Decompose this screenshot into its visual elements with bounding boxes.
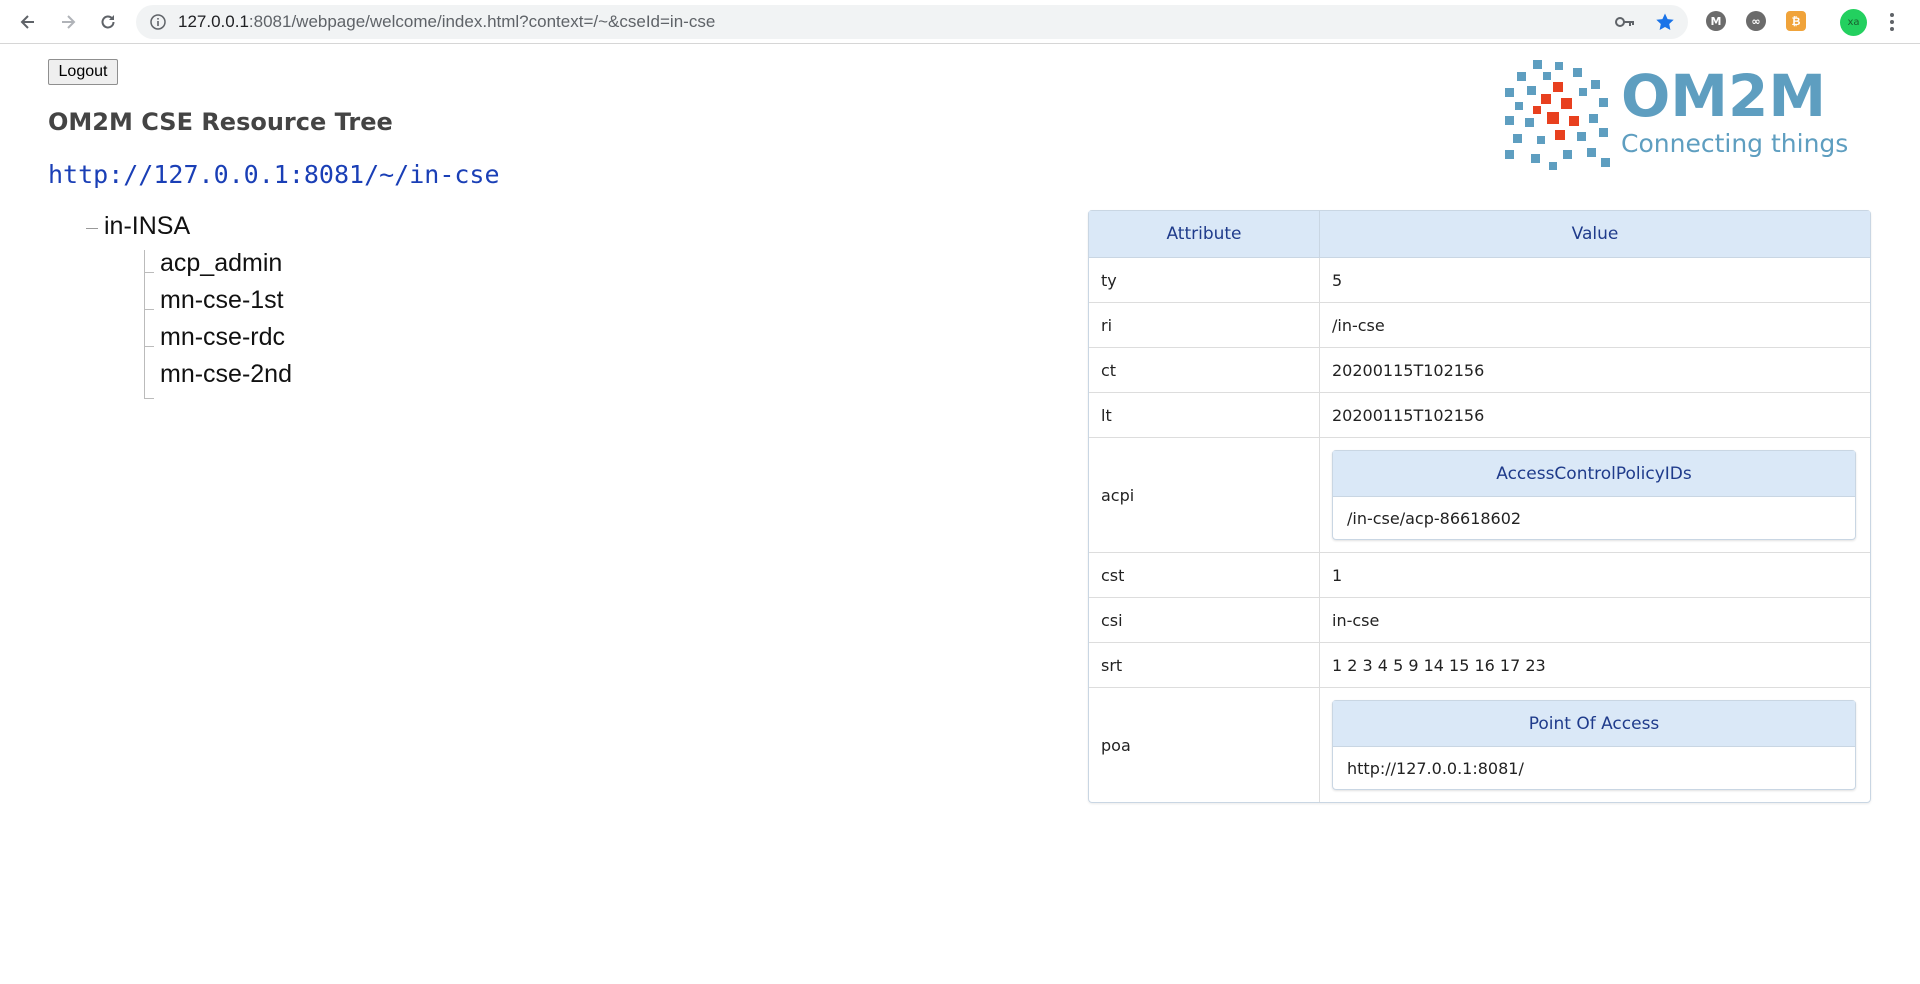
attribute-key: acpi xyxy=(1089,438,1320,553)
attribute-value: AccessControlPolicyIDs /in-cse/acp-86618… xyxy=(1320,438,1870,553)
acpi-subtable-value: /in-cse/acp-86618602 xyxy=(1347,508,1522,528)
resource-tree: in-INSA acp_admin mn-cse-1st mn-cse-rdc … xyxy=(86,212,386,402)
table-header-row: Attribute Value xyxy=(1089,211,1870,258)
browser-toolbar: 127.0.0.1:8081/webpage/welcome/index.htm… xyxy=(0,0,1920,44)
om2m-logo: OM2M Connecting things xyxy=(1503,58,1873,170)
menu-icon[interactable] xyxy=(1884,10,1900,34)
bitcoin-extension-icon[interactable]: ₿ xyxy=(1786,11,1806,31)
table-row: cst 1 xyxy=(1089,553,1870,598)
address-bar[interactable]: 127.0.0.1:8081/webpage/welcome/index.htm… xyxy=(136,5,1688,39)
poa-subtable-header: Point Of Access xyxy=(1333,701,1855,747)
attribute-key: ri xyxy=(1089,303,1320,348)
forward-arrow-icon[interactable] xyxy=(54,8,82,36)
logo-title: OM2M xyxy=(1621,62,1827,130)
link-extension-icon[interactable]: ∞ xyxy=(1746,11,1766,31)
page-title: OM2M CSE Resource Tree xyxy=(48,108,393,136)
url-text[interactable]: 127.0.0.1:8081/webpage/welcome/index.htm… xyxy=(178,5,715,39)
back-arrow-icon[interactable] xyxy=(14,8,42,36)
acpi-subtable-header: AccessControlPolicyIDs xyxy=(1333,451,1855,497)
tree-node-mn-cse-1st[interactable]: mn-cse-1st xyxy=(160,286,284,315)
poa-subtable-value: http://127.0.0.1:8081/ xyxy=(1347,758,1524,778)
table-row: poa Point Of Access http://127.0.0.1:808… xyxy=(1089,688,1870,802)
attribute-key: lt xyxy=(1089,393,1320,438)
logo-subtitle: Connecting things xyxy=(1621,129,1849,158)
attribute-value: 5 xyxy=(1320,258,1870,303)
tree-node-acp-admin[interactable]: acp_admin xyxy=(160,249,282,278)
tree-node-root[interactable]: in-INSA xyxy=(104,212,190,241)
acpi-subtable: AccessControlPolicyIDs /in-cse/acp-86618… xyxy=(1332,450,1856,540)
table-row: csi in-cse xyxy=(1089,598,1870,643)
table-row: acpi AccessControlPolicyIDs /in-cse/acp-… xyxy=(1089,438,1870,553)
tree-node-mn-cse-rdc[interactable]: mn-cse-rdc xyxy=(160,323,285,352)
attribute-value: 1 2 3 4 5 9 14 15 16 17 23 xyxy=(1320,643,1870,688)
table-row: ct 20200115T102156 xyxy=(1089,348,1870,393)
url-path: :8081/webpage/welcome/index.html?context… xyxy=(248,12,716,31)
attribute-value: Point Of Access http://127.0.0.1:8081/ xyxy=(1320,688,1870,802)
attribute-value: in-cse xyxy=(1320,598,1870,643)
table-row: lt 20200115T102156 xyxy=(1089,393,1870,438)
attribute-column-header: Attribute xyxy=(1089,211,1320,258)
url-host: 127.0.0.1 xyxy=(178,12,249,31)
tree-collapse-toggle[interactable] xyxy=(86,228,98,229)
reload-icon[interactable] xyxy=(94,8,122,36)
attribute-value: 1 xyxy=(1320,553,1870,598)
value-column-header: Value xyxy=(1320,211,1870,258)
logo-mosaic-icon xyxy=(1505,60,1610,170)
base-url-link[interactable]: http://127.0.0.1:8081/~/in-cse xyxy=(48,160,500,189)
bookmark-star-icon[interactable] xyxy=(1654,12,1676,32)
tree-branch xyxy=(144,309,154,310)
tree-branch xyxy=(144,398,154,399)
profile-avatar[interactable]: xa xyxy=(1840,9,1867,36)
attribute-table: Attribute Value ty 5 ri /in-cse ct 20200… xyxy=(1088,210,1871,803)
table-row: srt 1 2 3 4 5 9 14 15 16 17 23 xyxy=(1089,643,1870,688)
table-row: ty 5 xyxy=(1089,258,1870,303)
poa-subtable: Point Of Access http://127.0.0.1:8081/ xyxy=(1332,700,1856,790)
attribute-key: poa xyxy=(1089,688,1320,802)
tree-branch xyxy=(144,272,154,273)
tree-node-mn-cse-2nd[interactable]: mn-cse-2nd xyxy=(160,360,292,389)
logout-button[interactable]: Logout xyxy=(48,59,118,85)
table-row: ri /in-cse xyxy=(1089,303,1870,348)
tree-branch xyxy=(144,346,154,347)
attribute-key: csi xyxy=(1089,598,1320,643)
attribute-key: srt xyxy=(1089,643,1320,688)
attribute-key: ct xyxy=(1089,348,1320,393)
attribute-key: cst xyxy=(1089,553,1320,598)
info-icon[interactable] xyxy=(148,12,168,32)
key-icon[interactable] xyxy=(1614,12,1636,32)
attribute-value: /in-cse xyxy=(1320,303,1870,348)
attribute-value: 20200115T102156 xyxy=(1320,393,1870,438)
m-extension-icon[interactable]: M xyxy=(1706,11,1726,31)
attribute-key: ty xyxy=(1089,258,1320,303)
attribute-value: 20200115T102156 xyxy=(1320,348,1870,393)
